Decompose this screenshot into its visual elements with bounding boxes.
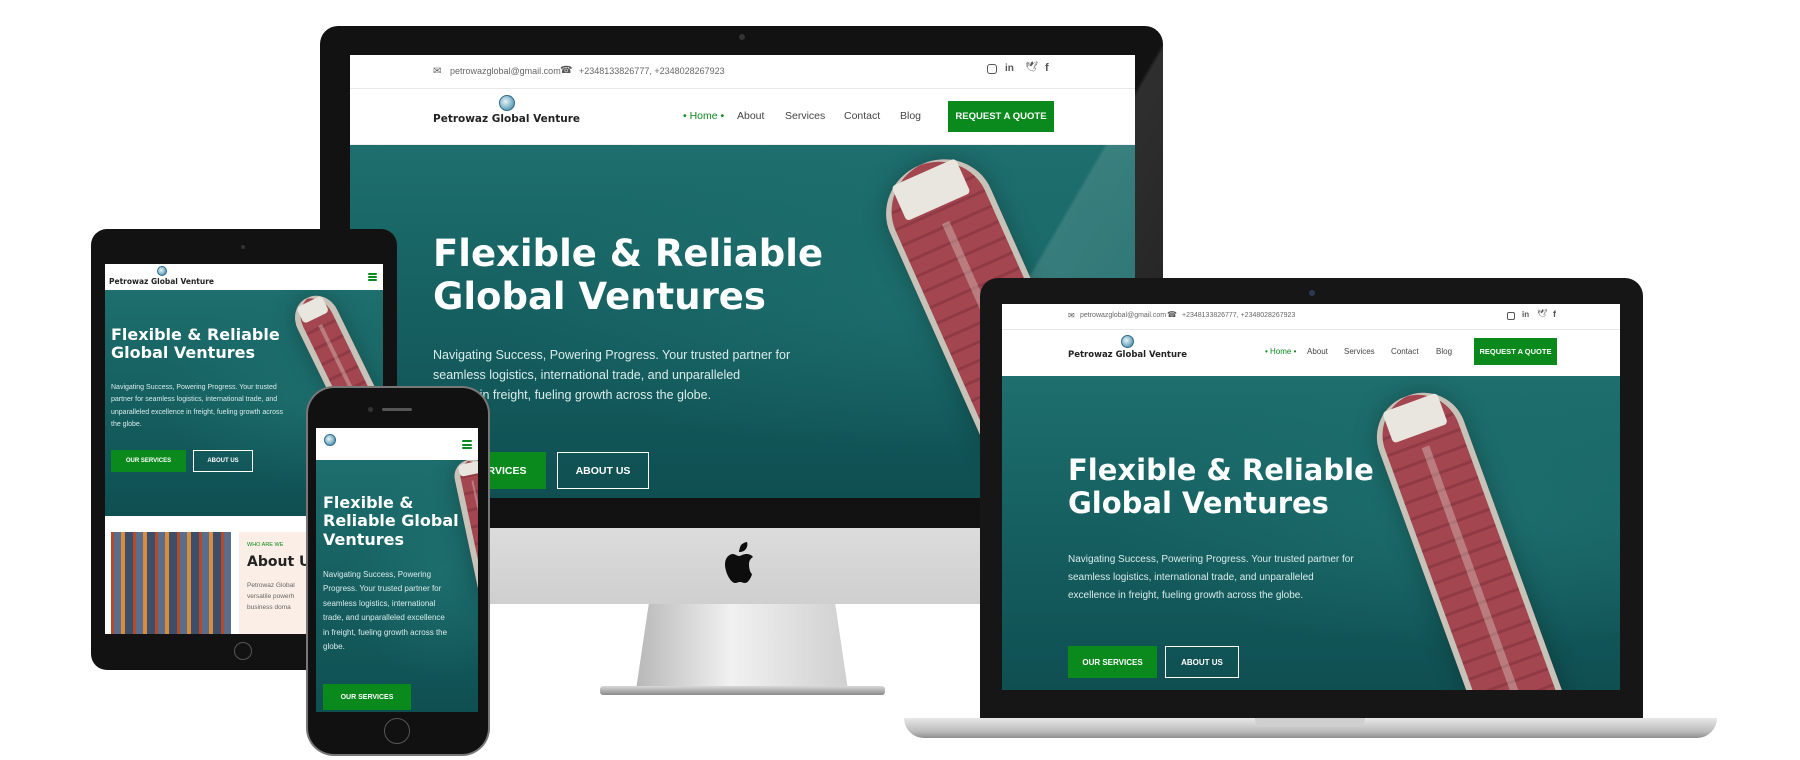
imac-stand	[636, 604, 848, 690]
phone-speaker	[382, 408, 412, 411]
about-us-button[interactable]: ABOUT US	[557, 452, 649, 489]
imac-phone[interactable]: +2348133826777, +2348028267923	[579, 66, 725, 76]
laptop-email[interactable]: petrowazglobal@gmail.com	[1080, 312, 1166, 319]
logo-globe-icon	[498, 95, 515, 111]
laptop-camera	[1309, 290, 1315, 296]
hero-title: Flexible & Reliable Global Ventures	[111, 325, 280, 363]
our-services-button[interactable]: OUR SERVICES	[111, 450, 186, 472]
tablet-logo[interactable]: Petrowaz Global Venture	[109, 266, 214, 286]
about-title: About U	[247, 554, 311, 570]
nav-contact[interactable]: Contact	[1391, 347, 1419, 356]
phone-logo[interactable]	[324, 434, 336, 446]
nav-about[interactable]: About	[737, 110, 764, 122]
imac-logo[interactable]: Petrowaz Global Venture	[433, 95, 580, 125]
hero-text: Navigating Success, Powering Progress. Y…	[323, 570, 448, 651]
apple-logo-icon	[725, 542, 753, 583]
nav-about[interactable]: About	[1307, 347, 1328, 356]
nav-services[interactable]: Services	[785, 110, 825, 122]
logo-text: Petrowaz Global Venture	[1068, 350, 1188, 360]
phone-icon: ☎	[1167, 310, 1177, 319]
nav-home[interactable]: • Home •	[683, 110, 724, 122]
laptop-screen: ✉ petrowazglobal@gmail.com ☎ +2348133826…	[1002, 304, 1620, 690]
instagram-icon[interactable]	[1507, 312, 1515, 320]
twitter-icon[interactable]: 🕊	[1537, 309, 1547, 318]
warehouse-image	[111, 532, 231, 634]
phone-navbar	[316, 428, 478, 460]
phone-camera	[368, 407, 373, 412]
nav-blog[interactable]: Blog	[900, 110, 921, 122]
nav-contact[interactable]: Contact	[844, 110, 880, 122]
nav-home[interactable]: • Home •	[1265, 347, 1296, 356]
hero-text: Navigating Success, Powering Progress. Y…	[111, 384, 283, 428]
hero-text: Navigating Success, Powering Progress. Y…	[1068, 554, 1354, 601]
envelope-icon: ✉	[1068, 311, 1075, 320]
hamburger-icon[interactable]	[462, 440, 472, 449]
hero-title: Flexible & Reliable Global Ventures	[433, 232, 824, 318]
our-services-button[interactable]: OUR SERVICES	[323, 684, 411, 710]
tablet-navbar: Petrowaz Global Venture	[105, 264, 383, 290]
hero-title: Flexible & Reliable Global Ventures	[1068, 453, 1374, 521]
logo-globe-icon	[156, 266, 167, 276]
imac-foot	[600, 686, 885, 695]
tablet-camera	[241, 245, 245, 249]
laptop-topbar: ✉ petrowazglobal@gmail.com ☎ +2348133826…	[1002, 304, 1620, 330]
ship-image	[1364, 380, 1573, 690]
phone-home-button	[384, 718, 410, 744]
laptop-logo[interactable]: Petrowaz Global Venture	[1068, 335, 1187, 360]
about-us-button[interactable]: ABOUT US	[193, 450, 253, 472]
envelope-icon: ✉	[433, 66, 442, 77]
request-quote-button[interactable]: REQUEST A QUOTE	[1474, 338, 1557, 365]
laptop-phone[interactable]: +2348133826777, +2348028267923	[1182, 312, 1295, 319]
tablet-home-button	[234, 642, 252, 660]
linkedin-icon[interactable]: in	[1522, 310, 1529, 319]
about-eyebrow: WHO ARE WE	[247, 542, 284, 548]
laptop-navbar: Petrowaz Global Venture • Home • About S…	[1002, 330, 1620, 376]
logo-globe-icon	[324, 434, 336, 446]
phone-hero: Flexible & Reliable Global Ventures Navi…	[316, 460, 478, 712]
logo-text: Petrowaz Global Venture	[433, 113, 581, 125]
hero-text: Navigating Success, Powering Progress. Y…	[433, 348, 791, 402]
our-services-button[interactable]: OUR SERVICES	[1068, 646, 1157, 678]
hamburger-icon[interactable]	[368, 273, 377, 281]
phone-screen: Flexible & Reliable Global Ventures Navi…	[316, 428, 478, 712]
about-us-button[interactable]: ABOUT US	[1165, 646, 1239, 678]
imac-camera	[739, 34, 745, 40]
nav-blog[interactable]: Blog	[1436, 347, 1452, 356]
logo-globe-icon	[1121, 335, 1134, 348]
facebook-icon[interactable]: f	[1553, 309, 1556, 319]
hero-title: Flexible & Reliable Global Ventures	[323, 493, 459, 549]
responsive-mockup: ✉ petrowazglobal@gmail.com ☎ +2348133826…	[0, 0, 1800, 760]
laptop-notch	[1255, 718, 1365, 727]
nav-services[interactable]: Services	[1344, 347, 1375, 356]
imac-email[interactable]: petrowazglobal@gmail.com	[450, 66, 561, 76]
about-text: Petrowaz Global versatile powerh busines…	[247, 582, 295, 612]
logo-text: Petrowaz Global Venture	[109, 277, 215, 286]
phone-icon: ☎	[560, 65, 573, 76]
laptop-hero: Flexible & Reliable Global Ventures Navi…	[1002, 376, 1620, 690]
